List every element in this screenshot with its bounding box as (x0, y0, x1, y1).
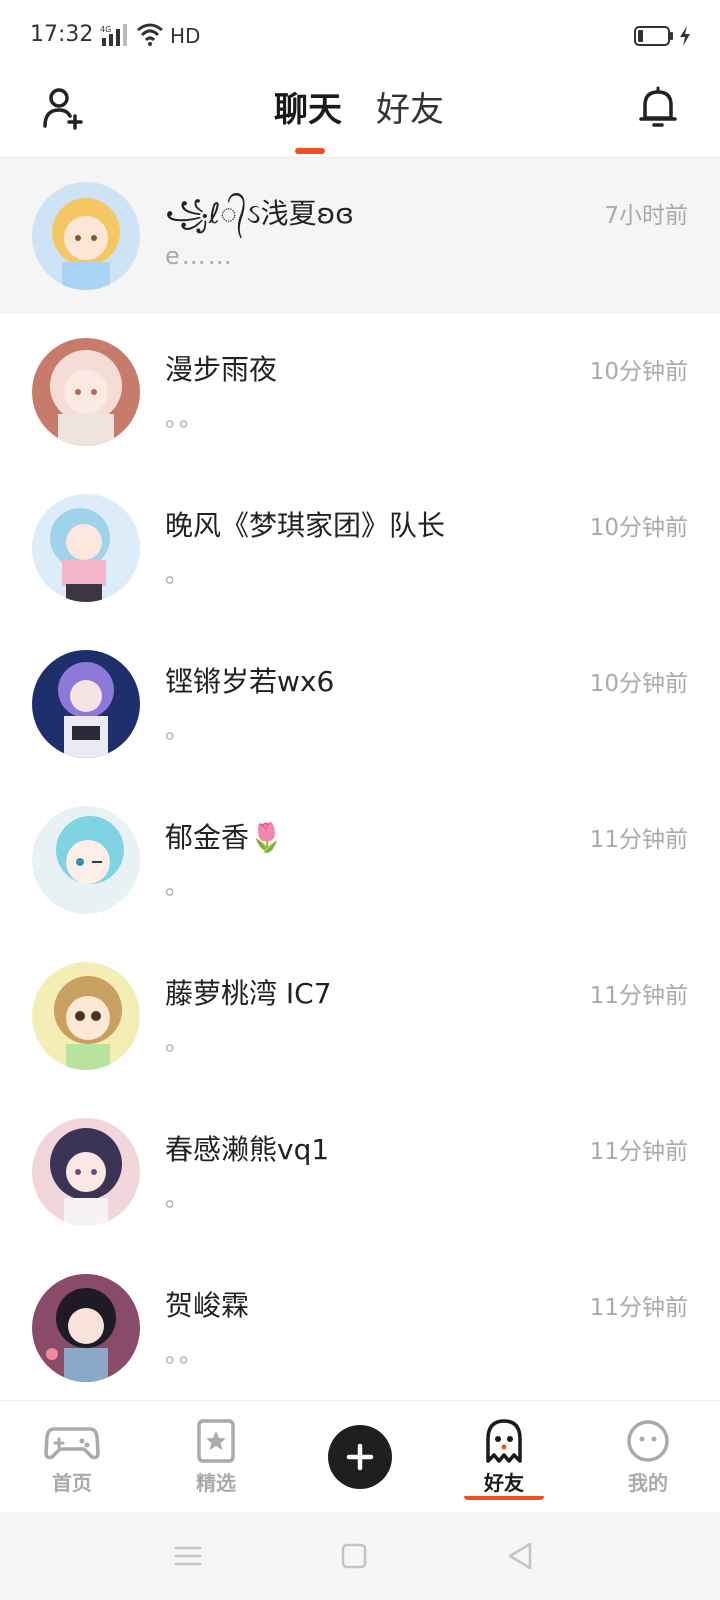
add-friend-button[interactable] (38, 82, 90, 134)
status-bar: 17:32 4G HD (0, 0, 720, 72)
menu-icon[interactable] (172, 1540, 204, 1572)
chat-list: ꧁ℓ᭄ઽ浅夏ʚɞ 7小时前 e…… 漫步雨夜 10分钟前 。。 晚风《梦琪家团》… (0, 158, 720, 1400)
battery-icon (634, 26, 673, 46)
chat-preview: 。 (165, 872, 191, 900)
tab-friends[interactable]: 好友 (376, 82, 444, 131)
charging-icon (680, 26, 690, 46)
nav-me-label: 我的 (628, 1471, 668, 1495)
avatar[interactable] (32, 1118, 140, 1226)
nav-friends-label: 好友 (464, 1467, 544, 1500)
nav-home-label: 首页 (52, 1471, 92, 1495)
nav-home[interactable]: 首页 (32, 1419, 112, 1496)
chat-item[interactable]: 贺峻霖 11分钟前 。。 (0, 1250, 720, 1400)
chat-name: ꧁ℓ᭄ઽ浅夏ʚɞ (165, 197, 354, 230)
nav-me[interactable]: 我的 (608, 1419, 688, 1496)
chat-name: 漫步雨夜 (165, 353, 278, 386)
bottom-tab-bar: 首页 精选 好友 我的 (0, 1400, 720, 1512)
wifi-icon (137, 23, 163, 46)
avatar[interactable] (32, 494, 140, 602)
add-user-icon (43, 88, 83, 130)
chat-preview: e…… (165, 242, 234, 270)
avatar[interactable] (32, 182, 140, 290)
chat-time: 10分钟前 (589, 515, 688, 541)
chat-time: 10分钟前 (589, 671, 688, 697)
plus-icon (346, 1443, 374, 1471)
chat-name: 藤萝桃湾 IC7 (165, 977, 332, 1010)
bell-icon (639, 86, 677, 127)
chat-item[interactable]: 郁金香🌷 11分钟前 。 (0, 782, 720, 938)
chat-item[interactable]: 春感濑熊vq1 11分钟前 。 (0, 1094, 720, 1250)
avatar[interactable] (32, 650, 140, 758)
chat-item[interactable]: 铿锵岁若wx6 10分钟前 。 (0, 626, 720, 782)
back-triangle-icon[interactable] (504, 1540, 536, 1572)
star-bookmark-icon (197, 1419, 235, 1463)
chat-preview: 。 (165, 716, 191, 744)
chat-name: 郁金香🌷 (165, 821, 284, 854)
create-post-button[interactable] (328, 1425, 392, 1489)
chat-time: 11分钟前 (589, 827, 688, 853)
avatar[interactable] (32, 338, 140, 446)
chat-preview: 。。 (165, 1340, 205, 1368)
chat-preview: 。 (165, 560, 191, 588)
notifications-button[interactable] (632, 82, 684, 134)
nav-friends[interactable]: 好友 (464, 1419, 544, 1500)
ghost-icon (486, 1419, 522, 1463)
chat-name: 晚风《梦琪家团》队长 (165, 509, 446, 542)
gamepad-icon (44, 1427, 100, 1460)
avatar[interactable] (32, 1274, 140, 1382)
chat-item[interactable]: 晚风《梦琪家团》队长 10分钟前 。 (0, 470, 720, 626)
chat-item[interactable]: 藤萝桃湾 IC7 11分钟前 。 (0, 938, 720, 1094)
chat-time: 11分钟前 (589, 983, 688, 1009)
chat-preview: 。。 (165, 404, 205, 432)
chat-item[interactable]: ꧁ℓ᭄ઽ浅夏ʚɞ 7小时前 e…… (0, 158, 720, 314)
avatar[interactable] (32, 962, 140, 1070)
chat-name: 春感濑熊vq1 (165, 1133, 330, 1166)
cellular-signal-icon: 4G (100, 24, 127, 46)
chat-time: 7小时前 (604, 203, 688, 229)
avatar[interactable] (32, 806, 140, 914)
chat-time: 11分钟前 (589, 1139, 688, 1165)
home-square-icon[interactable] (338, 1540, 370, 1572)
chat-time: 10分钟前 (589, 359, 688, 385)
active-tab-indicator (295, 148, 325, 154)
nav-featured[interactable]: 精选 (176, 1419, 256, 1496)
smiley-icon (627, 1420, 669, 1462)
system-nav-bar (0, 1512, 720, 1600)
network-type: 4G (100, 25, 111, 34)
chat-name: 铿锵岁若wx6 (165, 665, 335, 698)
tab-chat[interactable]: 聊天 (274, 82, 342, 131)
chat-time: 11分钟前 (589, 1295, 688, 1321)
status-time: 17:32 (30, 22, 94, 47)
hd-indicator: HD (170, 24, 201, 48)
top-header: 聊天 好友 (0, 72, 720, 158)
chat-preview: 。 (165, 1028, 191, 1056)
chat-preview: 。 (165, 1184, 191, 1212)
nav-featured-label: 精选 (196, 1471, 236, 1495)
chat-name: 贺峻霖 (165, 1289, 250, 1322)
chat-item[interactable]: 漫步雨夜 10分钟前 。。 (0, 314, 720, 470)
